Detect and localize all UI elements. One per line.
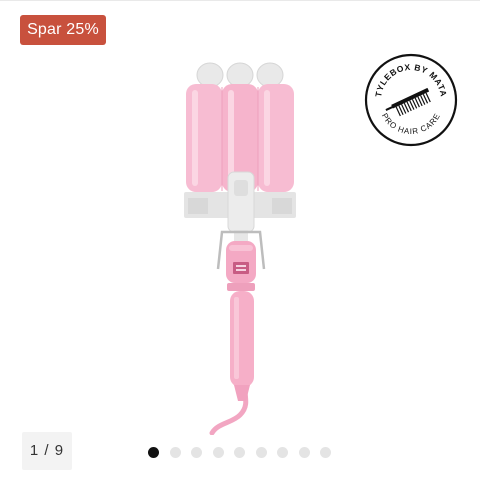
pagination-dot-8[interactable] bbox=[298, 447, 310, 458]
pagination-dot-6[interactable] bbox=[255, 447, 267, 458]
pagination-dot-3[interactable] bbox=[191, 447, 202, 458]
stylebox-seal-logo: STYLEBOX BY MATAS PRO HAIR CARE bbox=[363, 52, 458, 147]
pagination-dot-2[interactable] bbox=[169, 447, 181, 458]
pagination-dot-7[interactable] bbox=[277, 447, 288, 458]
pagination-dot-1[interactable] bbox=[148, 447, 159, 458]
gallery-pagination-dots bbox=[148, 447, 331, 458]
barrel-tip bbox=[196, 62, 224, 88]
barrel-tip bbox=[256, 62, 284, 88]
discount-badge: Spar 25% bbox=[20, 15, 106, 45]
top-divider bbox=[0, 0, 480, 1]
temperature-display bbox=[233, 262, 249, 274]
pagination-dot-4[interactable] bbox=[212, 447, 224, 458]
barrel-tip bbox=[226, 62, 254, 88]
barrel bbox=[186, 84, 222, 192]
pagination-dot-9[interactable] bbox=[320, 447, 331, 458]
handle-grip bbox=[230, 291, 254, 387]
image-counter: 1 / 9 bbox=[22, 432, 72, 470]
pagination-dot-5[interactable] bbox=[234, 447, 245, 458]
barrel bbox=[258, 84, 294, 192]
product-image-waver[interactable] bbox=[170, 55, 310, 435]
